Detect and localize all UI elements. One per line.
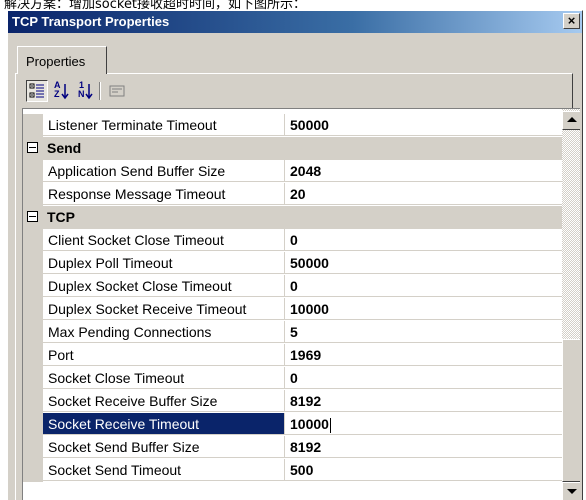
property-name[interactable]: Port (43, 344, 285, 366)
property-name[interactable]: Socket Close Timeout (43, 367, 285, 389)
property-row[interactable]: Duplex Socket Close Timeout 0 (23, 275, 562, 298)
property-name[interactable]: Duplex Socket Close Timeout (43, 275, 285, 297)
close-icon: × (567, 13, 576, 28)
caption-text: 解决方案：增加socket接收超时时间，如下图所示： (0, 0, 586, 10)
row-margin (23, 252, 43, 275)
property-row[interactable]: Max Pending Connections 5 (23, 321, 562, 344)
sort-numeric-button[interactable]: 1 N (74, 80, 96, 102)
property-row[interactable]: Duplex Socket Receive Timeout 10000 (23, 298, 562, 321)
property-pages-icon (109, 85, 125, 97)
row-margin (23, 298, 43, 321)
window-title: TCP Transport Properties (12, 14, 170, 29)
property-row[interactable]: Listener Terminate Timeout 50000 (23, 114, 562, 137)
property-value[interactable]: 8192 (285, 390, 562, 412)
sort-num-bottom: N (78, 89, 85, 99)
property-row[interactable]: Application Send Buffer Size 2048 (23, 160, 562, 183)
property-value[interactable]: 5 (285, 321, 562, 343)
property-row[interactable]: Client Socket Close Timeout 0 (23, 229, 562, 252)
property-name[interactable]: Max Pending Connections (43, 321, 285, 343)
scroll-thumb[interactable] (562, 339, 580, 482)
category-label: Send (47, 140, 82, 156)
property-name[interactable]: Client Socket Close Timeout (43, 229, 285, 251)
close-button[interactable]: × (563, 13, 580, 29)
row-margin (23, 436, 43, 459)
property-name[interactable]: Duplex Socket Receive Timeout (43, 298, 285, 320)
title-bar[interactable]: TCP Transport Properties × (8, 11, 582, 33)
collapse-icon[interactable] (27, 142, 38, 153)
category-row[interactable]: TCP (23, 206, 562, 229)
row-margin (23, 183, 43, 206)
row-margin (23, 114, 43, 137)
property-row[interactable]: Socket Send Timeout 500 (23, 459, 562, 482)
sort-alphabetical-button[interactable]: A Z (50, 80, 72, 102)
scroll-up-button[interactable] (562, 111, 580, 130)
vertical-scrollbar[interactable] (562, 109, 580, 500)
row-margin (23, 229, 43, 252)
property-value[interactable]: 2048 (285, 160, 562, 182)
arrow-down-icon (567, 489, 577, 494)
property-name[interactable]: Application Send Buffer Size (43, 160, 285, 182)
collapse-icon[interactable] (27, 211, 38, 222)
row-margin (23, 390, 43, 413)
row-margin (23, 275, 43, 298)
row-margin (23, 459, 43, 482)
row-margin (23, 367, 43, 390)
sort-alpha-bottom: Z (54, 89, 60, 99)
property-value[interactable]: 1969 (285, 344, 562, 366)
scroll-down-button[interactable] (562, 482, 580, 500)
property-row[interactable]: Response Message Timeout 20 (23, 183, 562, 206)
property-grid-toolbar: A Z 1 N (26, 80, 166, 102)
property-name[interactable]: Socket Receive Buffer Size (43, 390, 285, 412)
property-value[interactable]: 50000 (285, 252, 562, 274)
row-margin (23, 344, 43, 367)
property-name[interactable]: Listener Terminate Timeout (43, 114, 285, 136)
property-value[interactable]: 0 (285, 229, 562, 251)
property-name[interactable]: Socket Send Timeout (43, 459, 285, 481)
property-row[interactable]: Socket Send Buffer Size 8192 (23, 436, 562, 459)
tab-properties-label: Properties (26, 54, 86, 69)
category-row[interactable]: Send (23, 137, 562, 160)
property-row[interactable]: Duplex Poll Timeout 50000 (23, 252, 562, 275)
property-value[interactable]: 20 (285, 183, 562, 205)
property-row[interactable]: Socket Receive Buffer Size 8192 (23, 390, 562, 413)
property-row[interactable]: Socket Receive Timeout 10000 (23, 413, 562, 436)
property-row[interactable]: Port 1969 (23, 344, 562, 367)
property-value[interactable]: 500 (285, 459, 562, 481)
property-value[interactable]: 10000 (285, 298, 562, 320)
tab-properties[interactable]: Properties (17, 46, 107, 74)
property-value[interactable]: 8192 (285, 436, 562, 458)
property-value[interactable]: 0 (285, 367, 562, 389)
property-value[interactable]: 50000 (285, 114, 562, 136)
property-name[interactable]: Response Message Timeout (43, 183, 285, 205)
row-margin (23, 413, 43, 436)
property-row[interactable]: Socket Close Timeout 0 (23, 367, 562, 390)
property-grid: Listener Terminate Timeout 50000 Send Appli… (22, 108, 580, 500)
property-name[interactable]: Duplex Poll Timeout (43, 252, 285, 274)
arrow-up-icon (567, 117, 577, 122)
property-name[interactable]: Socket Send Buffer Size (43, 436, 285, 458)
property-value-input[interactable]: 10000 (285, 413, 562, 435)
categorized-button[interactable] (26, 80, 48, 102)
toolbar-separator (99, 82, 101, 100)
category-label: TCP (47, 209, 75, 225)
row-margin (23, 160, 43, 183)
property-value[interactable]: 0 (285, 275, 562, 297)
categorized-icon (29, 83, 44, 98)
property-pages-button[interactable] (106, 80, 128, 102)
property-name[interactable]: Socket Receive Timeout (43, 413, 285, 435)
row-margin (23, 321, 43, 344)
